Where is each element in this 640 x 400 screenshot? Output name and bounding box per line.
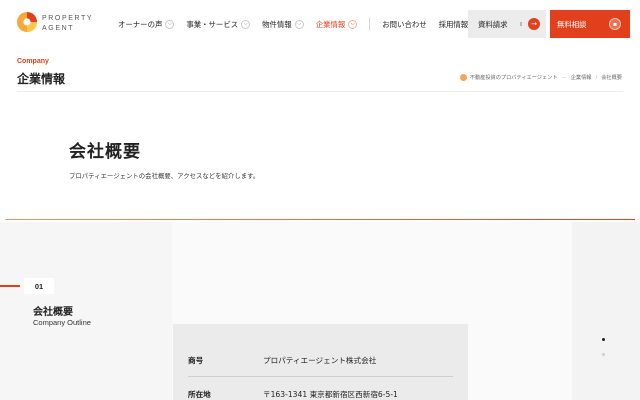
- nav-divider: [369, 18, 371, 30]
- section-title: 会社概要: [33, 307, 73, 318]
- breadcrumb-item-current: 会社概要: [601, 75, 622, 81]
- nav-item-owner-voice[interactable]: オーナーの声 ⌵: [118, 19, 175, 30]
- request-documents-button[interactable]: 資料請求 →: [468, 10, 546, 38]
- breadcrumb-separator: /: [595, 74, 598, 81]
- intro-description: プロパティエージェントの会社概要、アクセスなどを紹介します。: [69, 172, 260, 180]
- page-title: 企業情報: [17, 72, 66, 86]
- chat-icon: ▪: [609, 18, 621, 30]
- nav-item-label: お問い合わせ: [382, 19, 427, 29]
- nav-item-label: 物件情報: [262, 19, 292, 29]
- breadcrumb-item-company[interactable]: 企業情報: [571, 74, 592, 81]
- button-divider: [520, 22, 522, 26]
- chevron-down-icon: ⌵: [241, 19, 251, 29]
- logo-mark-icon: [17, 12, 37, 32]
- nav-item-contact[interactable]: お問い合わせ: [382, 19, 426, 30]
- nav-item-label: 採用情報: [438, 19, 469, 29]
- dot-nav-item-active[interactable]: [602, 338, 605, 341]
- logo-text: PROPERTY AGENT: [42, 14, 93, 34]
- chevron-down-icon: ⌵: [294, 19, 304, 29]
- nav-item-business-services[interactable]: 事業・サービス ⌵: [186, 19, 251, 30]
- nav-item-label: 企業情報: [315, 19, 346, 29]
- table-row-value: 〒163-1341 東京都新宿区西新宿6-5-1: [263, 389, 398, 399]
- request-documents-label: 資料請求: [478, 19, 508, 29]
- logo[interactable]: PROPERTY AGENT: [16, 11, 93, 37]
- site-header: PROPERTY AGENT オーナーの声 ⌵ 事業・サービス ⌵ 物件情報 ⌵…: [0, 0, 640, 46]
- nav-item-company[interactable]: 企業情報 ⌵: [316, 19, 358, 30]
- chevron-down-icon: ⌵: [165, 19, 175, 29]
- section-subtitle: Company Outline: [33, 318, 91, 327]
- table-row-divider: [188, 376, 453, 377]
- section-number-line: [0, 285, 20, 287]
- table-row-label: 所在地: [188, 389, 211, 399]
- breadcrumb-item-home[interactable]: 不動産投資のプロパティエージェント: [470, 74, 558, 81]
- breadcrumb-separator: —: [561, 74, 567, 81]
- free-consultation-label: 無料相談: [557, 19, 587, 29]
- page-eyebrow: Company: [17, 58, 49, 65]
- logo-line-2: AGENT: [42, 25, 75, 32]
- intro-bottom-rule: [5, 219, 635, 220]
- section-dot-nav: [602, 338, 606, 368]
- intro-title: 会社概要: [69, 142, 141, 162]
- table-row-label: 商号: [188, 355, 204, 365]
- breadcrumb: 不動産投資のプロパティエージェント — 企業情報 / 会社概要: [459, 74, 622, 81]
- logo-line-1: PROPERTY: [42, 15, 94, 22]
- nav-item-label: 事業・サービス: [186, 19, 239, 29]
- table-row: 所在地 〒163-1341 東京都新宿区西新宿6-5-1: [188, 378, 453, 400]
- home-icon: [459, 74, 467, 81]
- company-outline-table: 商号 プロパティエージェント株式会社 所在地 〒163-1341 東京都新宿区西…: [173, 324, 468, 400]
- title-divider: [17, 91, 623, 92]
- nav-item-properties[interactable]: 物件情報 ⌵: [262, 19, 304, 30]
- section-number: 01: [24, 278, 54, 294]
- free-consultation-button[interactable]: 無料相談 ▪: [550, 10, 630, 38]
- outline-side-area: [572, 222, 640, 400]
- nav-item-label: オーナーの声: [118, 19, 163, 29]
- arrow-right-icon: →: [528, 18, 540, 30]
- table-row-value: プロパティエージェント株式会社: [263, 355, 377, 365]
- dot-nav-item[interactable]: [602, 353, 605, 356]
- table-row: 商号 プロパティエージェント株式会社: [188, 342, 453, 378]
- main-nav: オーナーの声 ⌵ 事業・サービス ⌵ 物件情報 ⌵ 企業情報 ⌵ お問い合わせ …: [118, 16, 488, 32]
- chevron-down-icon: ⌵: [348, 19, 358, 29]
